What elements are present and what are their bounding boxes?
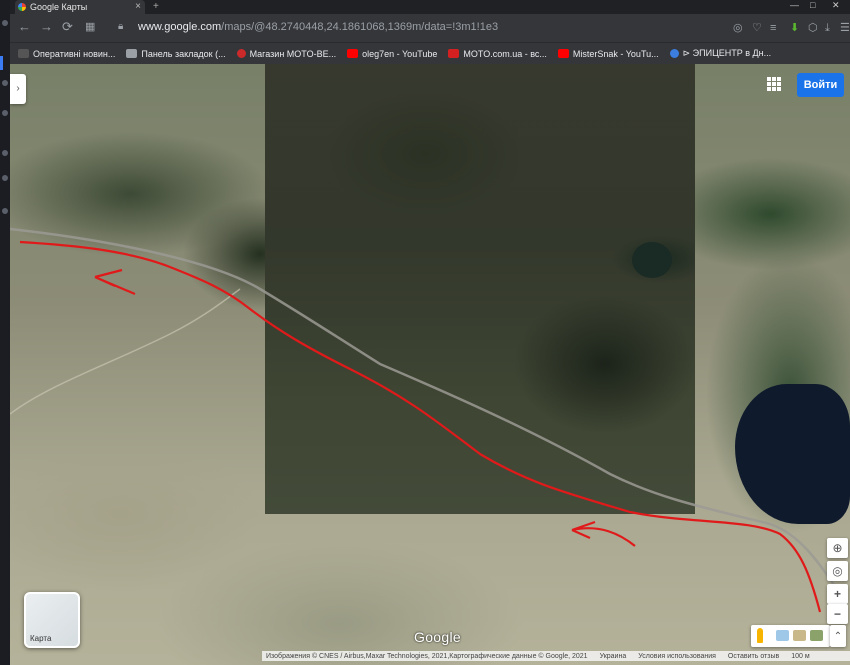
signin-button[interactable]: Войти	[797, 73, 844, 97]
google-maps-favicon-icon	[18, 3, 26, 11]
heart-icon[interactable]: ♡	[752, 21, 762, 35]
sidebar-icon[interactable]	[2, 150, 8, 156]
browser-sidebar	[0, 0, 10, 665]
sidebar-icon[interactable]	[2, 175, 8, 181]
terms-link[interactable]: Условия использования	[638, 653, 716, 660]
red-arrow-left	[94, 268, 136, 296]
satellite-map[interactable]: › Войти ⊕ ◎ + − Карта Google ⌃ Изображен…	[10, 64, 850, 665]
country-label: Украина	[599, 652, 627, 660]
sidebar-icon[interactable]	[2, 80, 8, 86]
tab-google-maps[interactable]: Google Карты ×	[15, 0, 145, 14]
news-icon	[18, 49, 29, 58]
globe-icon	[669, 49, 679, 58]
downloads-icon[interactable]: ⤓	[825, 21, 830, 35]
chevron-up-icon[interactable]: ⌃	[830, 625, 846, 647]
layer-label: Карта	[30, 634, 52, 643]
pegman-icon[interactable]	[757, 628, 763, 643]
bookmark-item[interactable]: MisterSnak - YouTu...	[557, 49, 659, 59]
bookmark-item[interactable]: MOTO.com.ua - вс...	[448, 49, 547, 59]
imagery-attribution: Изображения © CNES / Airbus,Maxar Techno…	[266, 652, 588, 660]
sidebar-icon[interactable]	[2, 20, 8, 26]
imagery-thumb-icon[interactable]	[810, 630, 823, 641]
navigation-bar: ← → ⟳ ▦ 🔒︎ www.google.com/maps/@48.27404…	[10, 14, 850, 42]
side-menu-toggle[interactable]: ›	[10, 74, 26, 104]
imagery-thumb-icon[interactable]	[793, 630, 806, 641]
feedback-link[interactable]: Оставить отзыв	[728, 653, 779, 660]
reload-button[interactable]: ⟳	[62, 20, 73, 34]
youtube-icon	[347, 49, 359, 58]
camera-icon[interactable]: ◎	[733, 21, 743, 35]
moto-shop-icon	[236, 49, 246, 58]
bookmarks-bar: Оперативні новин... Панель закладок (...…	[10, 42, 850, 64]
youtube-icon	[557, 49, 569, 58]
extension-icon[interactable]: ⬡	[808, 21, 818, 35]
sidebar-icon[interactable]	[2, 110, 8, 116]
google-apps-icon[interactable]	[767, 77, 781, 91]
attribution-bar: Изображения © CNES / Airbus,Maxar Techno…	[262, 651, 850, 661]
bookmark-item[interactable]: Магазин MOTO-BE...	[236, 49, 336, 59]
tab-bar: Google Карты × + — □ ✕	[10, 0, 850, 14]
road	[10, 227, 842, 595]
sidebar-icon[interactable]	[2, 208, 8, 214]
google-logo: Google	[414, 629, 461, 645]
forward-button[interactable]: →	[40, 20, 53, 34]
imagery-toolbar	[751, 625, 830, 647]
new-tab-button[interactable]: +	[153, 1, 159, 12]
maximize-window-button[interactable]: □	[810, 0, 815, 10]
close-window-button[interactable]: ✕	[832, 0, 840, 11]
red-route-line	[19, 240, 822, 613]
map-overlay	[10, 227, 842, 613]
my-location-icon[interactable]: ◎	[827, 561, 848, 581]
sidebar-active-indicator	[0, 56, 3, 70]
lock-icon[interactable]: 🔒︎	[118, 20, 123, 34]
address-bar[interactable]: www.google.com/maps/@48.2740448,24.18610…	[138, 21, 498, 33]
zoom-out-button[interactable]: −	[827, 604, 848, 624]
bookmark-item[interactable]: Панель закладок (...	[126, 49, 226, 59]
bookmark-item[interactable]: Оперативні новин...	[18, 49, 115, 59]
folder-icon	[126, 49, 138, 58]
scale-label: 100 м	[791, 652, 810, 660]
bookmark-item[interactable]: oleg7en - YouTube	[347, 49, 437, 59]
globe-icon[interactable]: ⊕	[827, 538, 848, 558]
download-icon[interactable]: ⬇	[790, 21, 799, 35]
easy-setup-icon[interactable]: ☰	[840, 21, 850, 35]
bookmark-item[interactable]: ⊳ ЭПИЦЕНТР в Дн...	[669, 48, 771, 59]
menu-icon[interactable]: ≡	[770, 21, 776, 35]
speed-dial-icon[interactable]: ▦	[85, 20, 95, 34]
close-tab-icon[interactable]: ×	[135, 1, 141, 12]
zoom-in-button[interactable]: +	[827, 584, 848, 604]
red-arrow-bottom	[571, 520, 636, 547]
layer-switcher[interactable]: Карта	[24, 592, 80, 648]
url-host: www.google.com	[138, 21, 222, 33]
imagery-thumb-icon[interactable]	[776, 630, 789, 641]
dirt-track	[10, 288, 241, 415]
moto-site-icon	[448, 49, 460, 58]
minimize-window-button[interactable]: —	[790, 0, 799, 10]
url-path: /maps/@48.2740448,24.1861068,1369m/data=…	[221, 21, 499, 33]
back-button[interactable]: ←	[18, 20, 31, 34]
tab-title: Google Карты	[30, 2, 88, 12]
